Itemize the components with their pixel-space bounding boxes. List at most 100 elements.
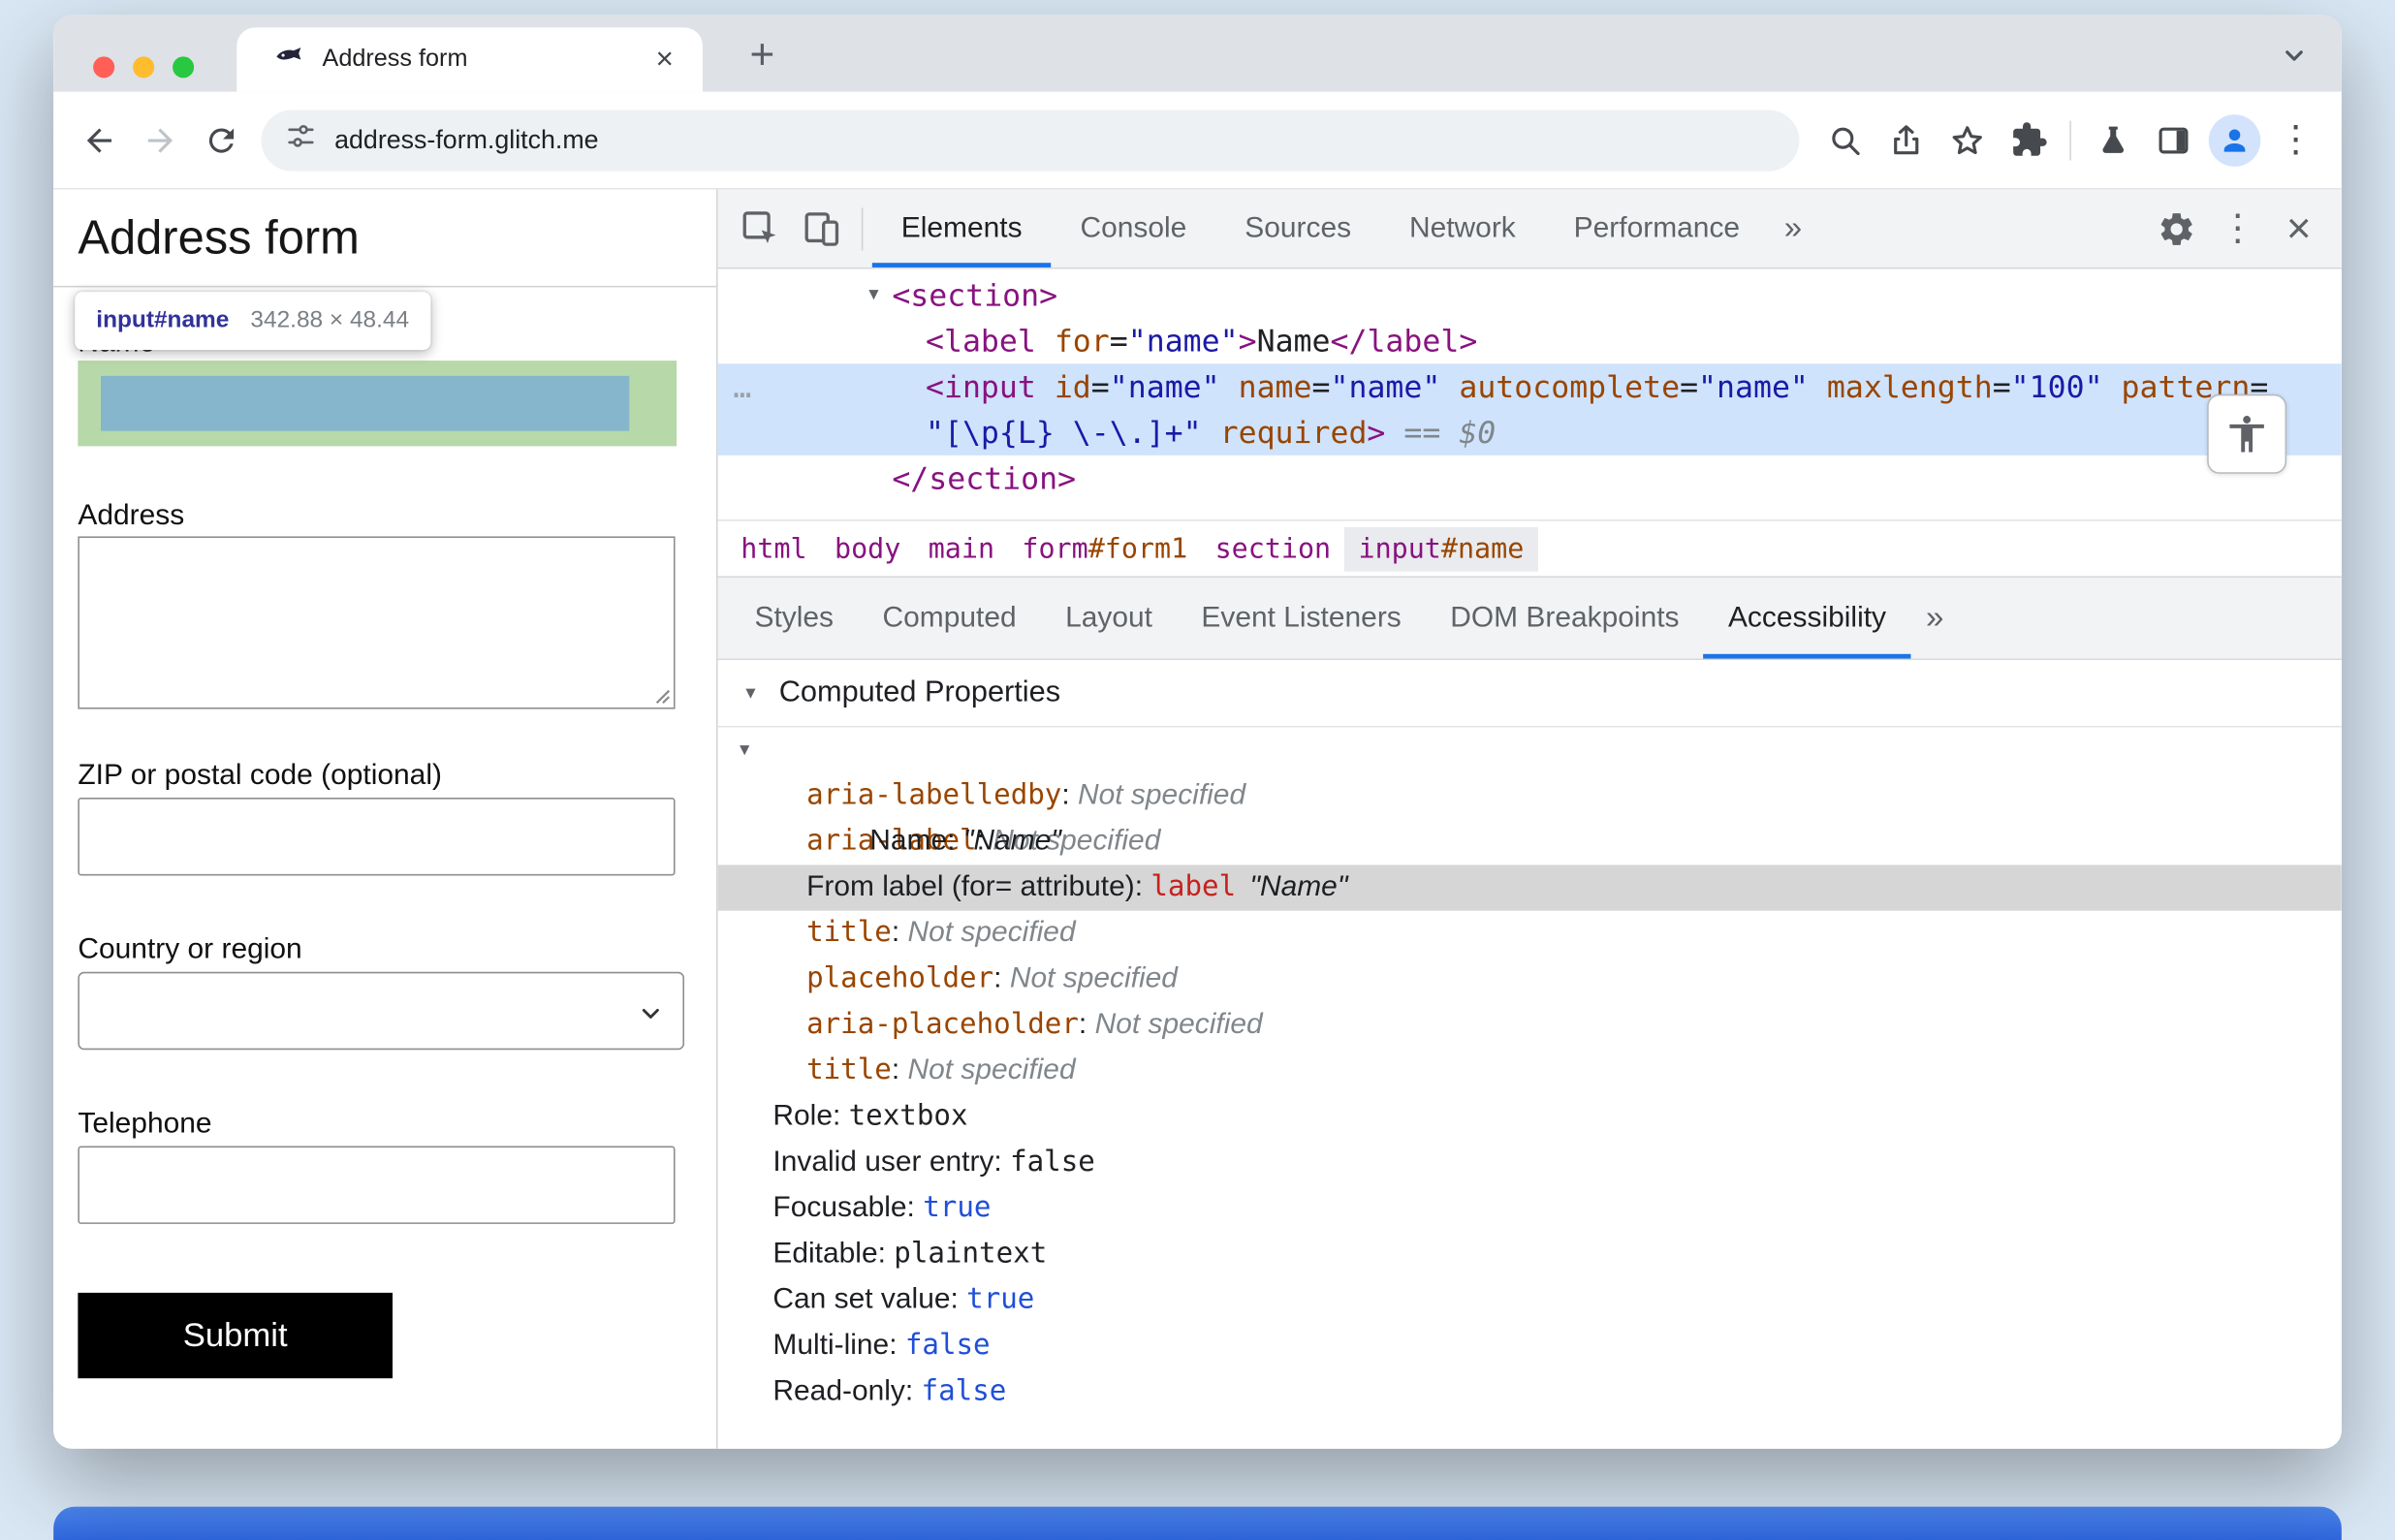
a11y-property-value: false bbox=[921, 1375, 1007, 1408]
devtools-toolbar-right: ⋮ × bbox=[2146, 190, 2329, 267]
share-button[interactable] bbox=[1875, 110, 1937, 171]
code-token-val: "name" bbox=[1127, 322, 1239, 360]
tab-search-chevron-icon[interactable] bbox=[2271, 32, 2316, 78]
dom-node-label[interactable]: <label for="name">Name</label> bbox=[718, 318, 2342, 363]
a11y-source-row: aria-labelledby: Not specified bbox=[718, 773, 2342, 819]
close-window-button[interactable] bbox=[93, 56, 115, 79]
code-token-punct: = bbox=[1109, 322, 1128, 360]
crumb-tag: body bbox=[835, 532, 901, 565]
bookmark-star-button[interactable] bbox=[1937, 110, 1998, 171]
telephone-input[interactable] bbox=[78, 1146, 676, 1224]
more-subtabs-button[interactable]: » bbox=[1910, 578, 1959, 659]
subtab-layout[interactable]: Layout bbox=[1041, 578, 1177, 659]
subtab-event-listeners[interactable]: Event Listeners bbox=[1177, 578, 1426, 659]
subtab-styles[interactable]: Styles bbox=[730, 578, 858, 659]
a11y-source-row: title: Not specified bbox=[718, 911, 2342, 957]
devtools-menu-button[interactable]: ⋮ bbox=[2207, 209, 2268, 247]
settings-gear-button[interactable] bbox=[2146, 208, 2207, 248]
expand-arrow-icon[interactable]: ▼ bbox=[859, 272, 890, 318]
inspect-element-button[interactable] bbox=[730, 190, 791, 267]
ellipsis-marker[interactable]: … bbox=[733, 363, 751, 409]
devtools-tabs: Elements Console Sources Network Perform… bbox=[871, 190, 1817, 267]
crumb-tag: form bbox=[1022, 532, 1088, 565]
submit-button[interactable]: Submit bbox=[78, 1292, 394, 1379]
devtools-toolbar: Elements Console Sources Network Perform… bbox=[717, 189, 2342, 269]
browser-menu-button[interactable]: ⋮ bbox=[2265, 110, 2326, 171]
dom-node-input-line2: "[\p{L} \-\.]+" required> == $0 bbox=[718, 410, 2342, 456]
resize-handle-icon[interactable] bbox=[649, 683, 671, 705]
breadcrumb-item-input[interactable]: input#name bbox=[1344, 526, 1538, 571]
zip-input[interactable] bbox=[78, 798, 676, 876]
browser-tab[interactable]: Address form × bbox=[236, 27, 703, 92]
forward-button[interactable] bbox=[130, 110, 191, 171]
code-token-tag: > bbox=[1367, 414, 1386, 452]
code-token-tag: > bbox=[1238, 322, 1257, 360]
breadcrumb-item-section[interactable]: section bbox=[1201, 526, 1344, 571]
section-expander-icon[interactable]: ▼ bbox=[742, 684, 764, 703]
avatar bbox=[2208, 113, 2261, 167]
a11y-property-row: Role: textbox bbox=[718, 1094, 2342, 1140]
subtab-accessibility[interactable]: Accessibility bbox=[1703, 578, 1911, 659]
breadcrumb-item-form[interactable]: form#form1 bbox=[1008, 526, 1201, 571]
country-select[interactable] bbox=[78, 971, 685, 1051]
tab-sources[interactable]: Sources bbox=[1215, 190, 1380, 267]
crumb-tag: section bbox=[1214, 532, 1332, 565]
address-textarea[interactable] bbox=[78, 536, 676, 709]
code-token-tag: <section> bbox=[892, 276, 1058, 314]
a11y-property-label: Role: bbox=[772, 1100, 849, 1133]
site-settings-icon[interactable] bbox=[286, 121, 317, 159]
back-button[interactable] bbox=[69, 110, 130, 171]
a11y-source-name: title bbox=[806, 1053, 892, 1087]
breadcrumb-item-body[interactable]: body bbox=[821, 526, 915, 571]
code-token-punct: = bbox=[1090, 367, 1110, 405]
labs-flask-button[interactable] bbox=[2082, 110, 2143, 171]
tab-network[interactable]: Network bbox=[1380, 190, 1545, 267]
tab-close-icon[interactable]: × bbox=[646, 43, 684, 77]
more-tabs-button[interactable]: » bbox=[1769, 190, 1817, 267]
maximize-window-button[interactable] bbox=[173, 56, 195, 79]
heading-divider bbox=[53, 285, 717, 288]
toolbar-divider bbox=[2069, 119, 2071, 160]
subtab-dom-breakpoints[interactable]: DOM Breakpoints bbox=[1426, 578, 1704, 659]
reload-button[interactable] bbox=[191, 110, 252, 171]
code-token-tag: </label> bbox=[1330, 322, 1478, 360]
tab-elements[interactable]: Elements bbox=[871, 190, 1052, 267]
tab-performance[interactable]: Performance bbox=[1545, 190, 1769, 267]
code-token-attr: autocomplete bbox=[1440, 367, 1681, 405]
close-devtools-button[interactable]: × bbox=[2268, 206, 2329, 250]
code-token-val: "100" bbox=[2010, 367, 2103, 405]
subtab-computed[interactable]: Computed bbox=[858, 578, 1041, 659]
computed-properties-header[interactable]: ▼ Computed Properties bbox=[717, 660, 2342, 728]
accessibility-tree-toggle-button[interactable] bbox=[2207, 393, 2287, 474]
profile-avatar-button[interactable] bbox=[2204, 110, 2265, 171]
breadcrumb-item-html[interactable]: html bbox=[727, 526, 821, 571]
side-panel-button[interactable] bbox=[2143, 110, 2204, 171]
country-label: Country or region bbox=[78, 933, 302, 966]
name-expander-icon[interactable]: ▼ bbox=[737, 728, 753, 773]
dom-tree: ▼ <section> <label for="name">Name</labe… bbox=[717, 268, 2342, 519]
code-token-tag: <input bbox=[925, 367, 1036, 405]
a11y-property-row: Read-only: false bbox=[718, 1369, 2342, 1415]
device-toolbar-button[interactable] bbox=[791, 190, 852, 267]
a11y-property-row: Multi-line: false bbox=[718, 1323, 2342, 1368]
a11y-property-row: Editable: plaintext bbox=[718, 1232, 2342, 1277]
code-token-val: "name" bbox=[1330, 367, 1441, 405]
address-bar[interactable]: address-form.glitch.me bbox=[261, 109, 1800, 171]
code-token-punct: = bbox=[1311, 367, 1331, 405]
tab-strip: Address form × + bbox=[53, 15, 2342, 92]
zoom-icon[interactable] bbox=[1814, 110, 1875, 171]
a11y-name-row[interactable]: ▼ Name: "Name" bbox=[718, 728, 2342, 858]
a11y-property-label: Multi-line: bbox=[772, 1329, 905, 1362]
minimize-window-button[interactable] bbox=[133, 56, 155, 79]
tab-console[interactable]: Console bbox=[1052, 190, 1216, 267]
tab-favicon-icon bbox=[273, 41, 304, 79]
extensions-button[interactable] bbox=[1998, 110, 2059, 171]
url-text[interactable]: address-form.glitch.me bbox=[334, 125, 598, 156]
a11y-property-row: Can set value: true bbox=[718, 1277, 2342, 1323]
new-tab-button[interactable]: + bbox=[737, 29, 789, 81]
web-page: Address form input#name 342.88 × 48.44 N… bbox=[53, 189, 718, 1449]
dom-node-input-selected[interactable]: … <input id="name" name="name" autocompl… bbox=[717, 363, 2342, 456]
dom-node-section-close[interactable]: </section> bbox=[718, 456, 2342, 501]
breadcrumb-item-main[interactable]: main bbox=[915, 526, 1009, 571]
dom-node-section-open[interactable]: <section> bbox=[718, 272, 2342, 318]
